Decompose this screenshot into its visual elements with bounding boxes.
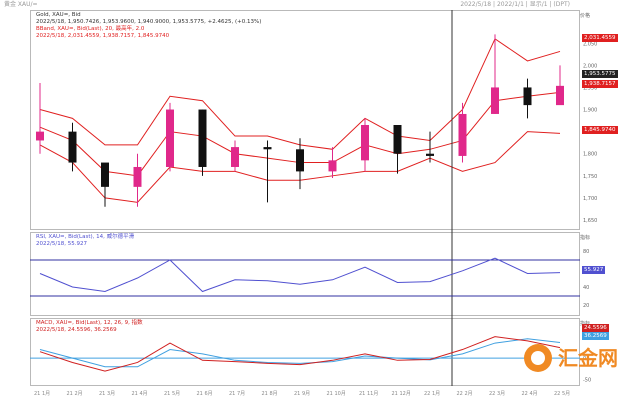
candle-body bbox=[458, 113, 467, 156]
x-tick-label: 22 2月 bbox=[457, 391, 473, 397]
price-tick-label: 2,000 bbox=[583, 63, 597, 69]
x-tick-label: 21 11月 bbox=[359, 391, 378, 397]
rsi-badge: 55.927 bbox=[582, 266, 606, 274]
logo-icon bbox=[524, 344, 552, 372]
price-tick-label: 2,050 bbox=[583, 41, 597, 47]
price-tick-label: 1,750 bbox=[583, 174, 597, 180]
rsi-tick-label: 40 bbox=[583, 285, 589, 291]
mid-band-badge: 1,938.7157 bbox=[582, 80, 618, 88]
candle-body bbox=[426, 153, 434, 156]
x-tick-label: 22 1月 bbox=[424, 391, 440, 397]
bband-upper-line bbox=[39, 38, 561, 150]
macd-info-line2: 2022/5/18, 24.5596, 36.2569 bbox=[36, 327, 117, 333]
candle-body bbox=[166, 109, 174, 167]
macd-tick-label: -50 bbox=[583, 378, 591, 384]
x-tick-label: 21 2月 bbox=[67, 391, 83, 397]
x-tick-label: 22 5月 bbox=[554, 391, 570, 397]
x-tick-label: 21 10月 bbox=[327, 391, 346, 397]
price-info-line2: 2022/5/18, 1,950.7426, 1,953.9600, 1,940… bbox=[36, 19, 262, 25]
price-tick-label: 1,900 bbox=[583, 108, 597, 114]
x-tick-label: 22 3月 bbox=[489, 391, 505, 397]
price-info-line1: Gold, XAU=, Bid bbox=[36, 12, 81, 18]
rsi-tick-label: 80 bbox=[583, 249, 589, 255]
bband-info-line1: BBand, XAU=, Bid(Last), 20, 最高年, 2.0 bbox=[36, 26, 145, 32]
price-info: Gold, XAU=, Bid 2022/5/18, 1,950.7426, 1… bbox=[36, 12, 261, 40]
rsi-tick-label: 20 bbox=[583, 303, 589, 309]
candle-body bbox=[393, 125, 402, 154]
candle-body bbox=[198, 109, 207, 167]
price-tick-label: 1,700 bbox=[583, 196, 597, 202]
rsi-info-line2: 2022/5/18, 55.927 bbox=[36, 241, 87, 247]
x-tick-label: 21 1月 bbox=[34, 391, 50, 397]
candle-body bbox=[491, 87, 499, 114]
rsi-info: RSI, XAU=, Bid(Last), 14, 威尔德平滑 2022/5/1… bbox=[36, 234, 134, 248]
candle-body bbox=[101, 162, 109, 187]
candle-body bbox=[556, 85, 564, 106]
x-tick-label: 21 6月 bbox=[197, 391, 213, 397]
candle-body bbox=[328, 160, 337, 172]
price-tick-label: 1,650 bbox=[583, 218, 597, 224]
chart-window: 黄金 XAU/= 2022/5/18 | 2022/1/1 | 显示/1 | (… bbox=[0, 0, 640, 400]
logo-text: 汇金网 bbox=[558, 346, 618, 370]
macd-info: MACD, XAU=, Bid(Last), 12, 26, 9, 指数 202… bbox=[36, 320, 143, 334]
x-tick-label: 21 9月 bbox=[294, 391, 310, 397]
macd-line bbox=[39, 336, 561, 372]
price-tick-label: 1,800 bbox=[583, 152, 597, 158]
x-tick-label: 21 4月 bbox=[132, 391, 148, 397]
candle-body bbox=[68, 131, 77, 163]
x-tick-label: 21 7月 bbox=[229, 391, 245, 397]
price-axis-unit: 价格 bbox=[580, 13, 591, 19]
candle-body bbox=[523, 87, 532, 106]
x-tick-label: 21 12月 bbox=[392, 391, 411, 397]
candle-body bbox=[263, 147, 272, 150]
rsi-info-line1: RSI, XAU=, Bid(Last), 14, 威尔德平滑 bbox=[36, 234, 135, 240]
macd-signal-line bbox=[39, 338, 561, 368]
candle-body bbox=[133, 166, 142, 187]
candle-body bbox=[231, 147, 239, 167]
last-price-badge: 1,953.5775 bbox=[582, 70, 618, 78]
x-tick-label: 21 5月 bbox=[164, 391, 180, 397]
logo: 汇金网 bbox=[520, 340, 630, 376]
candle-body bbox=[296, 149, 304, 172]
upper-band-badge: 2,031.4559 bbox=[582, 34, 618, 42]
macd-badge: 24.5596 bbox=[582, 324, 609, 332]
macd-info-line1: MACD, XAU=, Bid(Last), 12, 26, 9, 指数 bbox=[36, 320, 143, 326]
lower-band-badge: 1,845.9740 bbox=[582, 126, 618, 134]
rsi-line bbox=[39, 257, 561, 293]
x-tick-label: 21 8月 bbox=[262, 391, 278, 397]
signal-badge: 36.2569 bbox=[582, 332, 609, 340]
x-tick-label: 21 3月 bbox=[99, 391, 115, 397]
x-tick-label: 22 4月 bbox=[522, 391, 538, 397]
bband-info-line2: 2022/5/18, 2,031.4559, 1,938.7157, 1,845… bbox=[36, 33, 170, 39]
candle-body bbox=[36, 131, 44, 141]
rsi-axis-unit: 指标 bbox=[580, 235, 591, 241]
candle-body bbox=[361, 125, 369, 161]
